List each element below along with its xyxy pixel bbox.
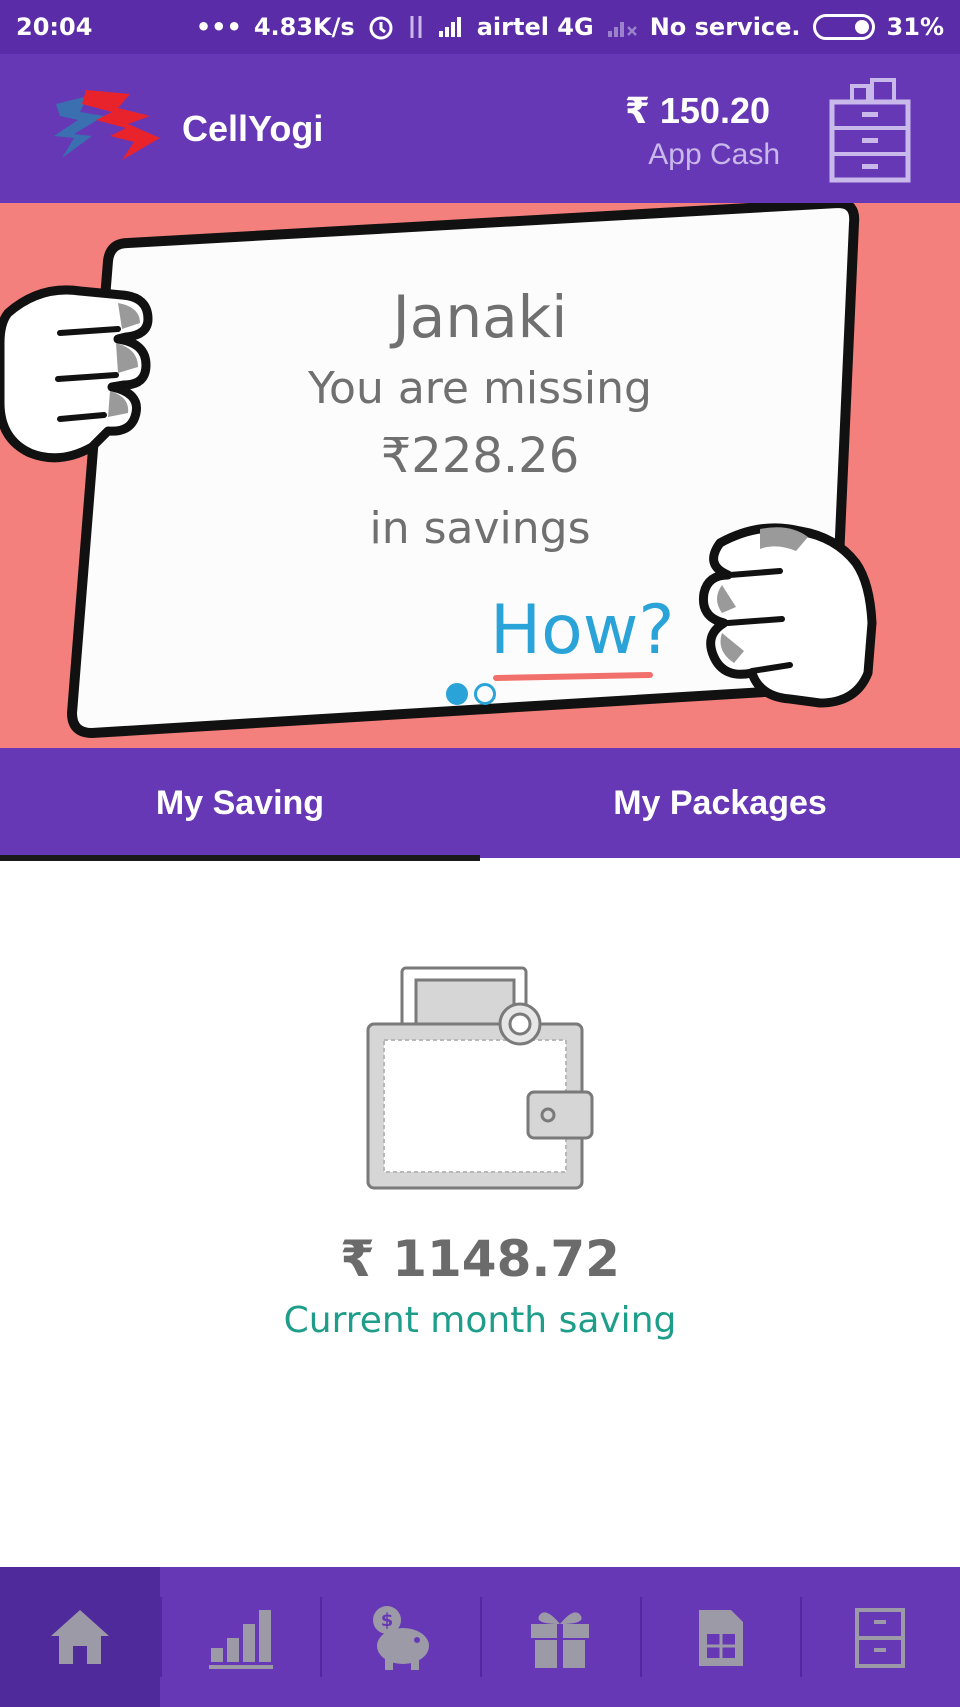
bottom-navigation: $ <box>0 1567 960 1707</box>
nav-sim[interactable] <box>640 1567 800 1707</box>
app-bar: CellYogi ₹ 150.20 App Cash <box>0 54 960 203</box>
sim-card-icon <box>699 1610 743 1666</box>
gift-icon <box>531 1612 589 1668</box>
cabinet-icon[interactable] <box>824 76 916 184</box>
status-time: 20:04 <box>16 13 93 41</box>
promo-banner[interactable]: Janaki You are missing ₹228.26 in saving… <box>0 203 960 748</box>
signal-no-service-icon <box>606 15 638 39</box>
banner-user-name: Janaki <box>392 283 568 351</box>
nav-stats[interactable] <box>160 1567 320 1707</box>
tab-my-saving[interactable]: My Saving <box>0 748 480 858</box>
app-cash-label: App Cash <box>648 138 780 171</box>
nav-cabinet[interactable] <box>800 1567 960 1707</box>
home-icon <box>51 1610 109 1664</box>
nav-offers[interactable] <box>480 1567 640 1707</box>
status-network-speed: 4.83K/s <box>253 13 355 41</box>
current-month-saving-amount: ₹ 1148.72 <box>340 1230 620 1288</box>
status-carrier: airtel 4G <box>476 13 594 41</box>
nav-savings[interactable]: $ <box>320 1567 480 1707</box>
alarm-icon <box>367 13 395 41</box>
wallet-icon <box>366 966 594 1190</box>
cellyogi-logo <box>54 90 160 160</box>
piggy-bank-icon: $ <box>373 1606 429 1670</box>
banner-how-link[interactable]: How? <box>490 591 674 670</box>
data-arrows-icon <box>407 14 425 40</box>
carousel-indicator <box>446 683 496 705</box>
app-cash-amount[interactable]: ₹ 150.20 <box>610 90 770 132</box>
status-bar: 20:04 ••• 4.83K/s airtel 4G No service. … <box>0 0 960 54</box>
cabinet-icon <box>855 1608 905 1668</box>
tab-my-packages[interactable]: My Packages <box>480 748 960 858</box>
status-sim2: No service. <box>649 13 801 41</box>
nav-home[interactable] <box>0 1567 160 1707</box>
status-dots: ••• <box>195 13 242 41</box>
carousel-dot-1[interactable] <box>446 683 468 705</box>
bar-chart-icon <box>209 1610 273 1669</box>
current-month-saving-label: Current month saving <box>283 1300 677 1341</box>
carousel-dot-2[interactable] <box>474 683 496 705</box>
banner-missing-text: You are missing <box>308 363 652 414</box>
status-battery: 31% <box>886 13 944 41</box>
svg-text:$: $ <box>381 1610 394 1631</box>
active-tab-indicator <box>0 855 480 861</box>
tab-bar: My Saving My Packages <box>0 748 960 858</box>
banner-savings-text: in savings <box>369 503 591 554</box>
signal-icon <box>437 15 465 39</box>
app-title: CellYogi <box>182 108 324 149</box>
battery-icon <box>812 14 875 40</box>
banner-missing-amount: ₹228.26 <box>380 428 580 484</box>
